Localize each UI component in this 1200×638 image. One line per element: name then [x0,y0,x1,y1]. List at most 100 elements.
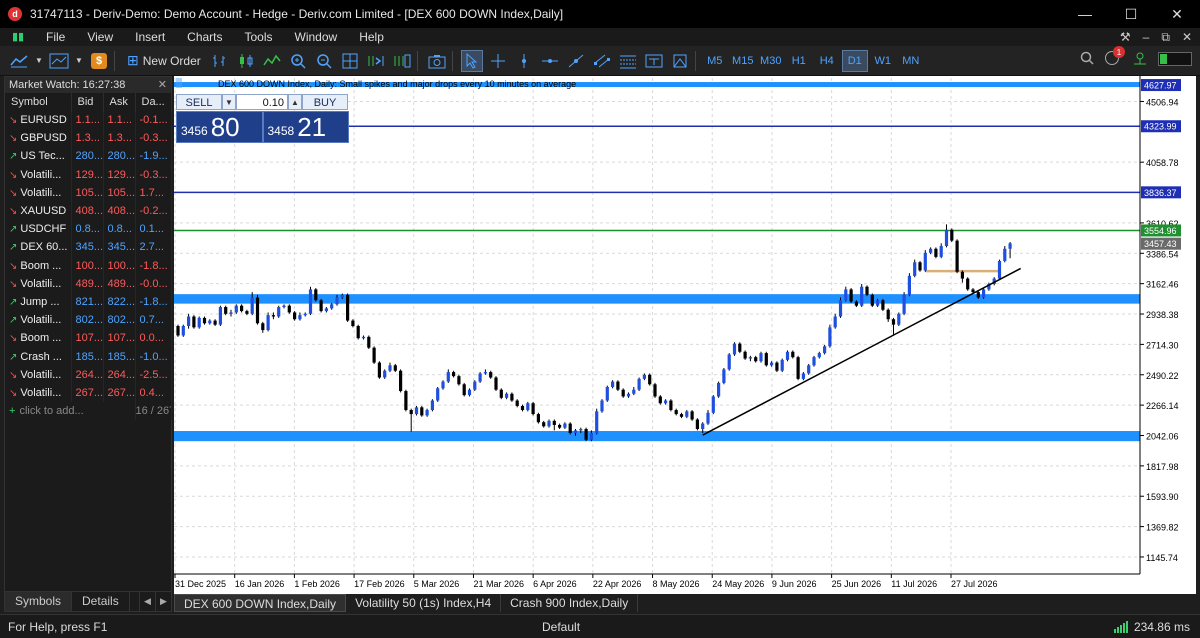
menu-charts[interactable]: Charts [187,30,222,44]
panel-close-icon[interactable]: ✕ [158,77,167,93]
symbol-name[interactable]: ↘ EURUSD [5,111,72,130]
connection-status[interactable]: 234.86 ms [1113,620,1190,634]
tab-scroll-right-icon[interactable]: ▶ [155,592,171,611]
algo-trading-icon[interactable] [1132,51,1148,68]
dropdown-arrow-icon[interactable]: ▼ [74,50,84,72]
chart-tab-volatility50[interactable]: Volatility 50 (1s) Index,H4 [346,594,502,612]
symbol-name[interactable]: ↗ Jump ... [5,292,72,312]
period-mn[interactable]: MN [898,50,924,72]
sell-button[interactable]: SELL [176,94,222,110]
chart-type-icon[interactable] [8,50,30,72]
period-m30[interactable]: M30 [758,50,784,72]
line-chart-icon[interactable] [261,50,283,72]
market-watch-row[interactable]: ↘ Volatili... 489... 489... -0.0... [5,274,172,293]
market-watch-row[interactable]: ↘ Volatili... 129... 129... -0.3... [5,165,172,184]
symbol-name[interactable]: ↗ DEX 60... [5,238,72,257]
tab-scroll-left-icon[interactable]: ◀ [139,592,155,611]
vertical-line-icon[interactable] [513,50,535,72]
autoscroll-icon[interactable] [365,50,387,72]
symbol-name[interactable]: ↘ Volatili... [5,365,72,384]
market-watch-row[interactable]: ↘ Boom ... 100... 100... -1.8... [5,256,172,275]
market-watch-row[interactable]: ↗ DEX 60... 345... 345... 2.7... [5,238,172,257]
horizontal-line-icon[interactable] [539,50,561,72]
new-order-button[interactable]: ⊞ New Order [123,50,205,72]
symbol-name[interactable]: ↘ Volatili... [5,165,72,184]
period-m5[interactable]: M5 [702,50,728,72]
period-m15[interactable]: M15 [730,50,756,72]
column-header-symbol[interactable]: Symbol [5,93,72,111]
period-w1[interactable]: W1 [870,50,896,72]
minimize-button[interactable]: — [1062,0,1108,28]
symbol-name[interactable]: ↘ Volatili... [5,383,72,402]
cursor-tool-icon[interactable] [460,49,483,72]
close-button[interactable]: ✕ [1154,0,1200,28]
symbol-name[interactable]: ↘ Volatili... [5,274,72,293]
maximize-button[interactable]: ☐ [1108,0,1154,28]
symbol-name[interactable]: ↘ XAUUSD [5,201,72,221]
buy-button[interactable]: BUY [302,94,348,110]
channel-icon[interactable] [591,50,613,72]
menu-view[interactable]: View [87,30,113,44]
zoom-out-icon[interactable] [313,50,335,72]
chart-tab-dex600[interactable]: DEX 600 DOWN Index,Daily [174,594,347,612]
search-icon[interactable] [1080,51,1094,68]
child-restore-icon[interactable]: ⧉ [1161,30,1170,45]
column-header-bid[interactable]: Bid [71,93,104,111]
notifications-icon[interactable]: 1 [1104,46,1125,68]
period-d1[interactable]: D1 [841,49,868,72]
screenshot-icon[interactable] [426,50,448,72]
volume-decrease-icon[interactable]: ▼ [222,94,236,110]
symbol-name[interactable]: ↗ Crash ... [5,347,72,366]
bar-chart-icon[interactable] [209,50,231,72]
fibonacci-icon[interactable] [617,50,639,72]
crosshair-icon[interactable] [487,50,509,72]
deposit-icon[interactable]: $ [88,50,110,72]
period-h4[interactable]: H4 [814,50,840,72]
shapes-icon[interactable] [669,50,691,72]
tab-symbols[interactable]: Symbols [5,592,73,611]
child-close-icon[interactable]: ✕ [1182,30,1192,44]
menu-insert[interactable]: Insert [135,30,165,44]
text-tool-icon[interactable] [643,50,665,72]
tile-windows-icon[interactable] [339,50,361,72]
menu-window[interactable]: Window [295,30,338,44]
period-h1[interactable]: H1 [786,50,812,72]
market-watch-row[interactable]: ↘ Volatili... 105... 105... 1.7... [5,183,172,202]
buy-price[interactable]: 3458 21 [262,111,349,143]
menu-file[interactable]: File [46,30,65,44]
chart-tab-crash900[interactable]: Crash 900 Index,Daily [501,594,639,612]
market-watch-row[interactable]: ↗ Crash ... 185... 185... -1.0... [5,347,172,366]
tools-icon[interactable]: ⚒ [1120,30,1131,44]
symbol-name[interactable]: ↘ Boom ... [5,256,72,275]
volume-input[interactable]: 0.10 [236,94,288,110]
market-watch-row[interactable]: ↗ Jump ... 821... 822... -1.8... [5,292,172,312]
market-watch-row[interactable]: ↘ Boom ... 107... 107... 0.0... [5,329,172,348]
market-watch-row[interactable]: ↗ US Tec... 280... 280... -1.9... [5,147,172,166]
market-watch-row[interactable]: ↘ GBPUSD 1.3... 1.3... -0.3... [5,129,172,148]
zoom-in-icon[interactable] [287,50,309,72]
symbol-name[interactable]: ↗ USDCHF [5,220,72,239]
menu-tools[interactable]: Tools [245,30,273,44]
market-watch-row[interactable]: ↘ XAUUSD 408... 408... -0.2... [5,201,172,221]
add-symbol-row[interactable]: +click to add... 16 / 267 [5,402,172,421]
dropdown-arrow-icon[interactable]: ▼ [34,50,44,72]
symbol-name[interactable]: ↘ Boom ... [5,329,72,348]
chart-canvas[interactable]: 4506.944058.783610.623386.543162.462938.… [174,76,1196,594]
column-header-ask[interactable]: Ask [103,93,136,111]
symbol-name[interactable]: ↘ Volatili... [5,183,72,202]
tab-details[interactable]: Details [72,592,130,611]
market-watch-row[interactable]: ↘ Volatili... 267... 267... 0.4... [5,383,172,402]
column-header-change[interactable]: Da... [135,93,172,111]
chart-menu-icon[interactable]: ▮▮ [12,31,24,43]
sell-price[interactable]: 3456 80 [176,111,263,143]
menu-help[interactable]: Help [359,30,384,44]
symbol-name[interactable]: ↗ US Tec... [5,147,72,166]
add-symbol-label[interactable]: + click to add... [5,402,136,421]
symbol-name[interactable]: ↘ GBPUSD [5,129,72,148]
price-chart[interactable]: 4506.94 4058.78 3610.62 3386.54 3162.46 2938.… [174,76,1196,594]
candlestick-icon[interactable] [235,50,257,72]
market-watch-row[interactable]: ↘ EURUSD 1.1... 1.1... -0.1... [5,111,172,130]
child-minimize-icon[interactable]: – [1143,30,1150,44]
market-watch-row[interactable]: ↘ Volatili... 264... 264... -2.5... [5,365,172,384]
templates-icon[interactable] [48,50,70,72]
